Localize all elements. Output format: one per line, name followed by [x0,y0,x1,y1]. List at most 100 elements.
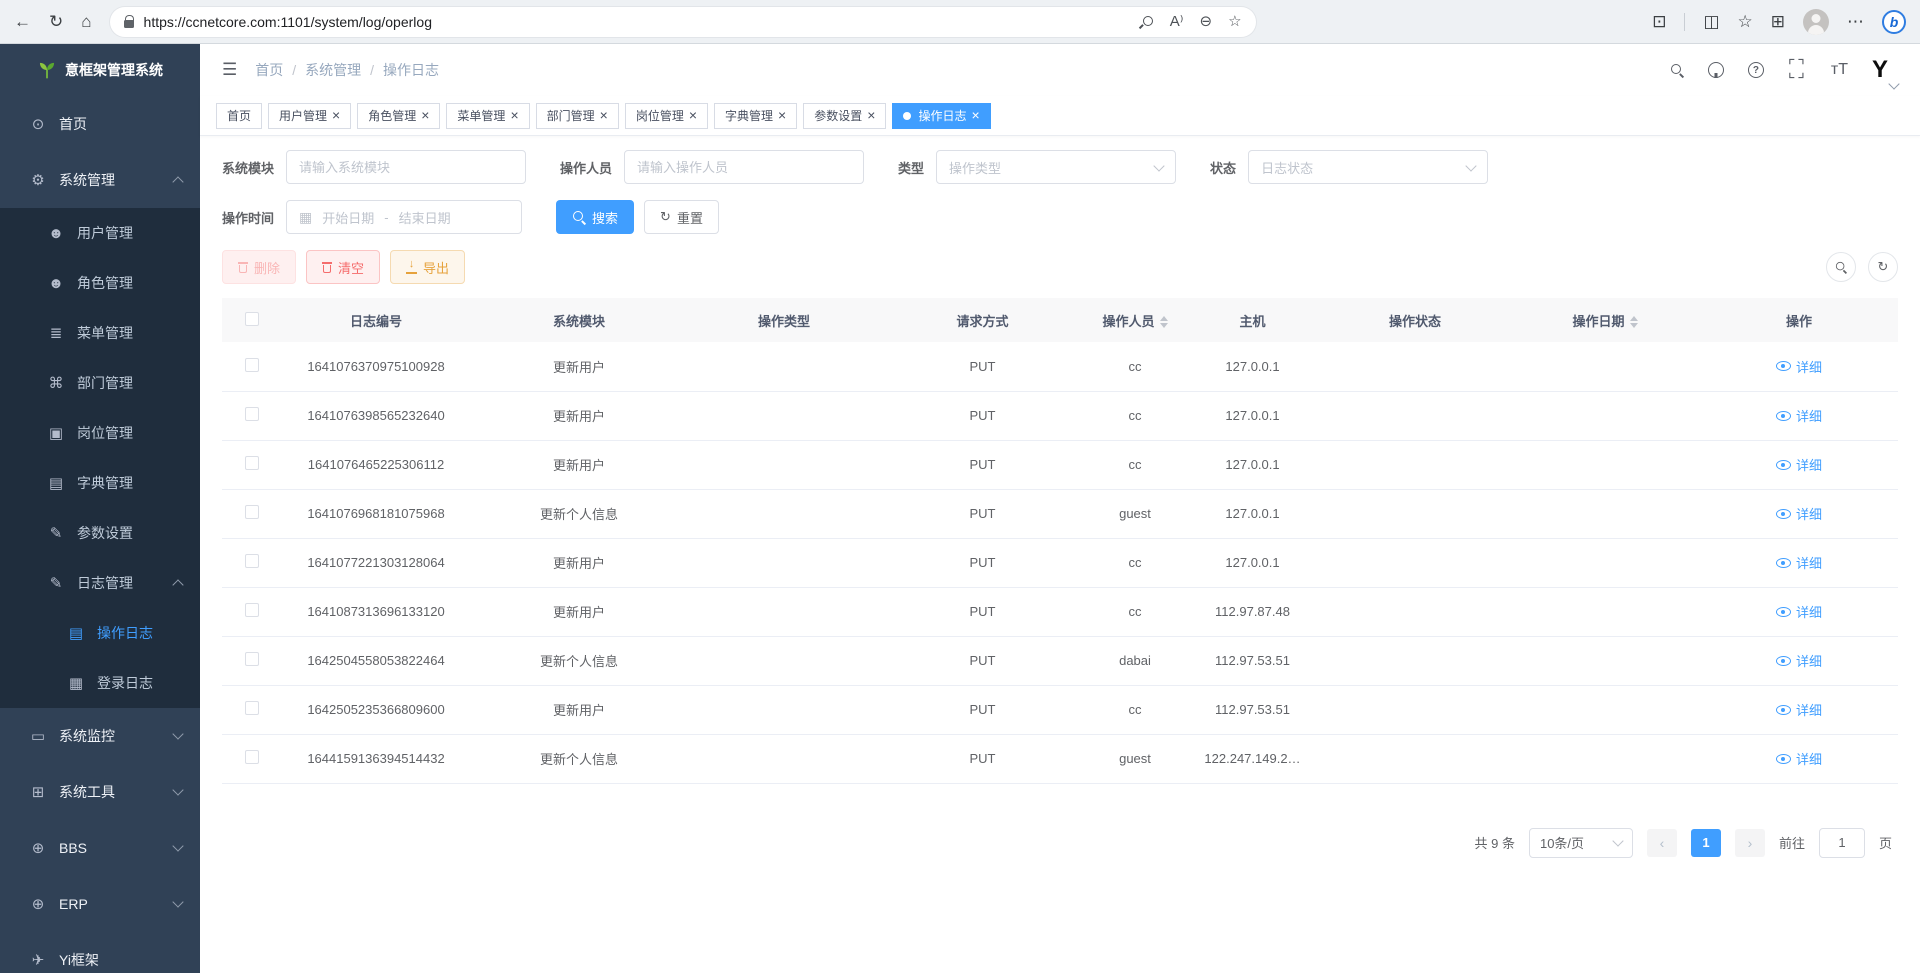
sidebar-item[interactable]: ✎ 参数设置 [0,508,200,558]
user-logo-menu[interactable]: Y [1872,58,1898,82]
view-tab[interactable]: 操作日志 [892,103,990,129]
sidebar-item[interactable]: ▦ 登录日志 [0,658,200,708]
tab-close-icon[interactable] [600,108,608,123]
next-page-icon[interactable]: › [1735,829,1765,857]
detail-link[interactable]: 详细 [1776,357,1822,376]
prev-page-icon[interactable]: ‹ [1647,829,1677,857]
breadcrumb-item[interactable]: 操作日志 [361,60,439,80]
row-checkbox[interactable] [245,407,259,421]
split-screen-icon[interactable]: ◫ [1703,13,1719,30]
divider[interactable] [1684,13,1685,31]
more-options-icon[interactable]: ⋯ [1847,13,1864,30]
view-tab[interactable]: 角色管理 [357,103,440,129]
detail-link[interactable]: 详细 [1776,749,1822,768]
sort-icon[interactable] [1630,316,1638,328]
detail-link[interactable]: 详细 [1776,406,1822,425]
page-size-select[interactable]: 10条/页 [1529,828,1633,858]
date-range-picker[interactable]: ▦ 开始日期 - 结束日期 [286,200,522,234]
sidebar-item[interactable]: ✎ 日志管理 [0,558,200,608]
sidebar-item[interactable]: ☻ 角色管理 [0,258,200,308]
search-button[interactable]: 搜索 [556,200,634,234]
col-operator[interactable]: 操作人员 [1085,298,1185,342]
view-tab[interactable]: 菜单管理 [446,103,529,129]
delete-button[interactable]: 删除 [222,250,296,284]
favorite-add-icon[interactable]: ☆ [1228,14,1241,29]
select-all-checkbox[interactable] [245,312,259,326]
fullscreen-icon[interactable] [1788,64,1807,76]
tab-close-icon[interactable] [421,108,429,123]
sidebar-item[interactable]: ⊕ ERP [0,876,200,932]
sidebar-item[interactable]: ▭ 系统监控 [0,708,200,764]
read-aloud-icon[interactable]: A⁾ [1170,14,1184,29]
row-checkbox[interactable] [245,652,259,666]
detail-link[interactable]: 详细 [1776,602,1822,621]
sidebar-item[interactable]: ▤ 字典管理 [0,458,200,508]
refresh-table-button[interactable]: ↻ [1868,252,1898,282]
row-checkbox[interactable] [245,554,259,568]
status-select[interactable]: 日志状态 [1248,150,1488,184]
module-input[interactable] [299,160,513,175]
profile-avatar[interactable] [1803,9,1829,35]
view-tab[interactable]: 部门管理 [536,103,619,129]
detail-link[interactable]: 详细 [1776,651,1822,670]
sidebar-item[interactable]: ⊞ 系统工具 [0,764,200,820]
row-checkbox[interactable] [245,358,259,372]
sidebar-item[interactable]: ⊙ 首页 [0,96,200,152]
view-tab[interactable]: 参数设置 [803,103,886,129]
help-icon[interactable] [1748,62,1764,78]
breadcrumb-item[interactable]: 首页 [255,60,283,80]
fold-icon[interactable]: ☰ [222,60,237,80]
refresh-icon[interactable]: ↻ [49,13,63,30]
tab-close-icon[interactable] [510,108,518,123]
tab-close-icon[interactable] [689,108,697,123]
row-checkbox[interactable] [245,750,259,764]
view-tab[interactable]: 用户管理 [268,103,351,129]
key-icon[interactable] [1140,15,1154,29]
github-icon[interactable] [1708,62,1724,78]
col-date[interactable]: 操作日期 [1510,298,1700,342]
sidebar-item[interactable]: ✈ Yi框架 [0,932,200,973]
row-checkbox[interactable] [245,456,259,470]
copilot-icon[interactable] [1882,10,1906,34]
current-page[interactable]: 1 [1691,829,1721,857]
sidebar-item[interactable]: ⌘ 部门管理 [0,358,200,408]
address-bar[interactable]: https://ccnetcore.com:1101/system/log/op… [110,7,1256,37]
sidebar-item[interactable]: ⚙ 系统管理 [0,152,200,208]
type-select[interactable]: 操作类型 [936,150,1176,184]
goto-page-input[interactable] [1819,828,1865,858]
tab-close-icon[interactable] [971,108,979,123]
row-checkbox[interactable] [245,505,259,519]
export-button[interactable]: 导出 [390,250,465,284]
home-icon[interactable]: ⌂ [81,13,91,30]
clear-button[interactable]: 清空 [306,250,380,284]
detail-link[interactable]: 详细 [1776,700,1822,719]
view-tab[interactable]: 字典管理 [714,103,797,129]
app-brand[interactable]: 意框架管理系统 [0,44,200,96]
reset-button[interactable]: ↻ 重置 [644,200,719,234]
zoom-out-icon[interactable]: ⊖ [1200,14,1213,29]
view-tab[interactable]: 岗位管理 [625,103,708,129]
sidebar-item[interactable]: ≣ 菜单管理 [0,308,200,358]
toggle-search-button[interactable] [1826,252,1856,282]
favorites-bar-icon[interactable]: ☆ [1738,13,1753,30]
operator-input[interactable] [637,160,851,175]
extensions-icon[interactable]: ⊡ [1652,13,1666,30]
sidebar-item[interactable]: ☻ 用户管理 [0,208,200,258]
sidebar-item[interactable]: ⊕ BBS [0,820,200,876]
font-size-icon[interactable]: ᴛT [1831,61,1848,79]
sidebar-item[interactable]: ▤ 操作日志 [0,608,200,658]
view-tab[interactable]: 首页 [216,103,262,129]
tab-close-icon[interactable] [778,108,786,123]
tab-close-icon[interactable] [867,108,875,123]
tab-close-icon[interactable] [332,108,340,123]
detail-link[interactable]: 详细 [1776,504,1822,523]
collections-icon[interactable]: ⊞ [1771,13,1785,30]
detail-link[interactable]: 详细 [1776,553,1822,572]
row-checkbox[interactable] [245,701,259,715]
breadcrumb-item[interactable]: 系统管理 [283,60,361,80]
row-checkbox[interactable] [245,603,259,617]
sidebar-item[interactable]: ▣ 岗位管理 [0,408,200,458]
detail-link[interactable]: 详细 [1776,455,1822,474]
sort-icon[interactable] [1160,316,1168,328]
search-icon[interactable] [1670,63,1684,77]
